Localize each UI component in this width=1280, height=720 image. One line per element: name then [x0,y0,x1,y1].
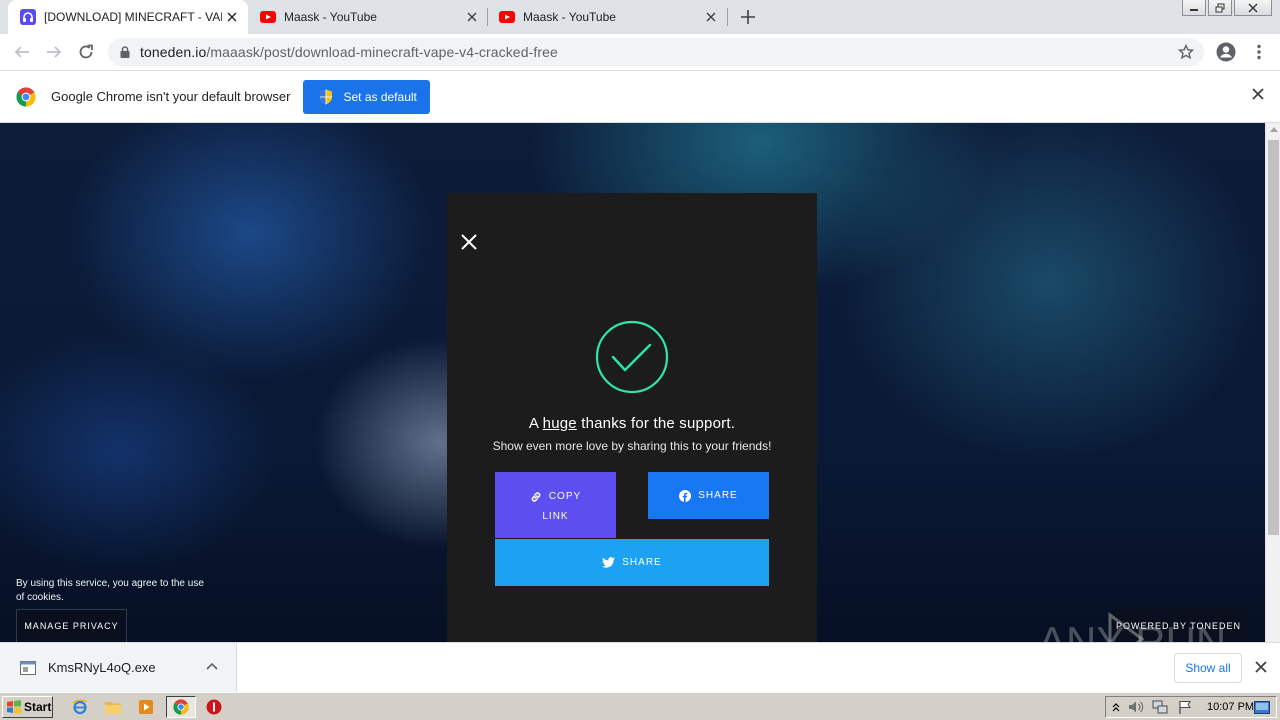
url-host: toneden.io [140,44,207,60]
address-bar[interactable]: toneden.io/maaask/post/download-minecraf… [108,38,1204,66]
url-text: toneden.io/maaask/post/download-minecraf… [140,44,558,60]
close-infobar-icon[interactable] [1252,88,1264,100]
bookmark-star-icon[interactable] [1178,44,1194,60]
tab-separator [727,8,728,26]
forward-button[interactable] [41,39,67,65]
close-window-button[interactable] [1234,0,1272,16]
windows-taskbar: Start 10:07 PM [0,692,1280,720]
clock: 10:07 PM [1207,701,1255,713]
scroll-up-arrow-icon[interactable] [1270,127,1278,132]
youtube-icon [260,9,276,25]
set-as-default-label: Set as default [343,89,417,104]
page-scrollbar[interactable] [1265,123,1280,642]
url-path: /maaask/post/download-minecraft-vape-v4-… [206,44,558,60]
reload-button[interactable] [73,39,99,65]
set-as-default-button[interactable]: Set as default [303,79,431,114]
close-icon [1248,3,1258,12]
window-controls [1182,0,1272,16]
exe-file-icon [20,660,36,675]
arrow-right-icon [47,46,62,58]
tab-maask-youtube-1[interactable]: Maask - YouTube [248,0,488,34]
facebook-share-label: SHARE [698,490,738,501]
youtube-icon [499,9,515,25]
file-explorer-icon[interactable] [103,697,123,717]
copy-link-button[interactable]: COPY LINK [495,472,616,538]
start-label: Start [24,700,52,714]
plus-icon [741,10,755,24]
show-hidden-icons-icon[interactable] [1112,701,1120,713]
close-tab-icon[interactable] [222,7,242,27]
chrome-taskbar-button[interactable] [166,696,196,718]
thanks-prefix: A [528,415,543,432]
infobar-message: Google Chrome isn't your default browser [51,89,291,104]
browser-toolbar: toneden.io/maaask/post/download-minecraf… [0,34,1280,71]
chrome-icon [173,699,189,715]
scrollbar-thumb[interactable] [1268,140,1279,535]
close-shelf-icon[interactable] [1255,661,1267,673]
reload-icon [79,44,93,59]
chevron-up-icon[interactable] [206,662,218,670]
minimize-icon [1190,8,1198,11]
minimize-button[interactable] [1182,0,1206,16]
arrow-left-icon [14,46,29,58]
start-button[interactable]: Start [2,696,53,718]
tab-maask-youtube-2[interactable]: Maask - YouTube [487,0,727,34]
link-icon [531,492,541,502]
menu-button[interactable] [1246,39,1272,65]
close-tab-icon[interactable] [462,7,482,27]
account-icon [1216,42,1236,62]
twitter-share-button[interactable]: SHARE [495,539,769,586]
volume-icon[interactable] [1128,700,1144,714]
new-tab-button[interactable] [736,6,760,28]
thanks-emphasis: huge [542,415,577,432]
success-check-icon [595,320,669,394]
lock-icon [120,46,130,58]
show-all-downloads-button[interactable]: Show all [1174,653,1242,683]
system-tray: 10:07 PM [1105,696,1277,718]
thank-you-modal: A huge thanks for the support. Show even… [447,193,817,642]
twitter-share-label: SHARE [622,557,662,568]
tab-title: Maask - YouTube [284,10,377,24]
facebook-share-button[interactable]: SHARE [648,472,769,519]
media-player-icon[interactable] [136,697,156,717]
thanks-heading: A huge thanks for the support. [447,415,817,432]
tab-download-minecraft[interactable]: [DOWNLOAD] MINECRAFT - VAPE V [8,0,248,34]
internet-explorer-icon[interactable] [70,697,90,717]
copy-label-line2: LINK [542,511,569,522]
profile-button[interactable] [1213,39,1239,65]
back-button[interactable] [9,39,35,65]
chrome-logo-icon [16,87,36,106]
tab-title: Maask - YouTube [523,10,616,24]
manage-privacy-button[interactable]: MANAGE PRIVACY [16,609,127,642]
tab-strip: [DOWNLOAD] MINECRAFT - VAPE V Maask - Yo… [0,0,1280,34]
download-filename: KmsRNyL4oQ.exe [48,660,156,675]
tab-title: [DOWNLOAD] MINECRAFT - VAPE V [44,10,222,24]
share-subtitle: Show even more love by sharing this to y… [492,439,772,453]
download-item[interactable]: KmsRNyL4oQ.exe [0,643,237,692]
download-shelf: KmsRNyL4oQ.exe Show all [0,642,1280,692]
show-desktop-icon[interactable] [1254,701,1270,714]
cookie-notice: By using this service, you agree to the … [16,578,204,603]
copy-label-line1: COPY [548,491,582,502]
thanks-suffix: thanks for the support. [576,415,736,432]
screen: [DOWNLOAD] MINECRAFT - VAPE V Maask - Yo… [0,0,1280,720]
close-modal-icon[interactable] [461,234,481,254]
uac-shield-icon [320,89,333,104]
stop-sign-icon[interactable] [204,697,224,717]
webpage-content: A huge thanks for the support. Show even… [0,123,1265,642]
windows-logo-icon [7,700,21,714]
twitter-icon [602,557,616,568]
kebab-menu-icon [1257,44,1261,60]
default-browser-infobar: Google Chrome isn't your default browser… [0,71,1280,123]
restore-button[interactable] [1208,0,1232,16]
network-icon[interactable] [1152,700,1168,715]
toneden-icon [20,9,36,25]
close-tab-icon[interactable] [701,7,721,27]
action-center-flag-icon[interactable] [1178,700,1192,715]
restore-icon [1215,3,1225,12]
facebook-icon [679,489,692,502]
powered-by-toneden-link[interactable]: POWERED BY TONEDEN [1110,609,1247,642]
